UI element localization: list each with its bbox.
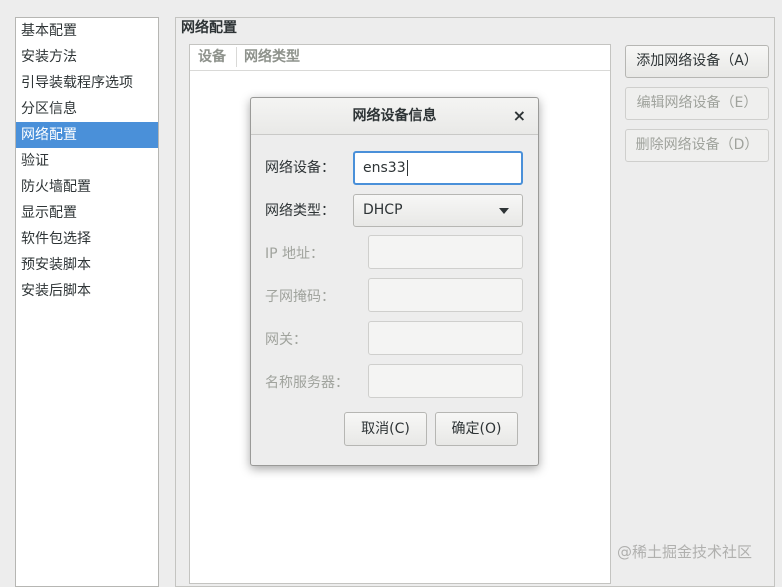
gateway-input[interactable] xyxy=(368,321,523,355)
sidebar-item-basic-config[interactable]: 基本配置 xyxy=(16,18,158,44)
sidebar-item-partition-info[interactable]: 分区信息 xyxy=(16,96,158,122)
sidebar-item-pre-install-script[interactable]: 预安装脚本 xyxy=(16,252,158,278)
network-type-label: 网络类型： xyxy=(265,203,335,219)
sidebar-item-authentication[interactable]: 验证 xyxy=(16,148,158,174)
dialog-title: 网络设备信息 xyxy=(352,108,437,124)
chevron-down-icon xyxy=(499,208,509,214)
network-type-value: DHCP xyxy=(363,202,403,218)
edit-network-device-button[interactable]: 编辑网络设备（E） xyxy=(625,87,769,120)
netmask-label: 子网掩码： xyxy=(265,289,335,305)
category-list: 基本配置 安装方法 引导装载程序选项 分区信息 网络配置 验证 防火墙配置 显示… xyxy=(15,17,159,587)
close-icon[interactable]: × xyxy=(513,98,526,134)
column-header-network-type[interactable]: 网络类型 xyxy=(244,45,300,69)
device-input-value: ens33 xyxy=(363,160,408,176)
column-header-device[interactable]: 设备 xyxy=(198,45,226,69)
ip-address-label: IP 地址： xyxy=(265,246,325,262)
watermark: @稀土掘金技术社区 xyxy=(617,543,753,561)
column-divider xyxy=(236,47,237,67)
add-network-device-button[interactable]: 添加网络设备（A） xyxy=(625,45,769,78)
table-header: 设备 网络类型 xyxy=(190,45,610,71)
ok-button[interactable]: 确定(O) xyxy=(435,412,518,446)
sidebar-item-network-config[interactable]: 网络配置 xyxy=(16,122,158,148)
sidebar-item-firewall-config[interactable]: 防火墙配置 xyxy=(16,174,158,200)
cancel-button[interactable]: 取消(C) xyxy=(344,412,427,446)
name-server-input[interactable] xyxy=(368,364,523,398)
sidebar-item-bootloader-options[interactable]: 引导装载程序选项 xyxy=(16,70,158,96)
device-label: 网络设备： xyxy=(265,160,335,176)
sidebar-item-post-install-script[interactable]: 安装后脚本 xyxy=(16,278,158,304)
dialog-header: 网络设备信息 × xyxy=(251,98,538,135)
sidebar-item-package-selection[interactable]: 软件包选择 xyxy=(16,226,158,252)
ip-address-input[interactable] xyxy=(368,235,523,269)
device-input[interactable]: ens33 xyxy=(353,151,523,185)
network-type-dropdown[interactable]: DHCP xyxy=(353,194,523,227)
text-caret xyxy=(406,160,408,176)
delete-network-device-button[interactable]: 删除网络设备（D） xyxy=(625,129,769,162)
gateway-label: 网关： xyxy=(265,332,307,348)
network-device-dialog: 网络设备信息 × 网络设备： ens33 网络类型： DHCP IP 地址： 子… xyxy=(250,97,539,466)
section-title: 网络配置 xyxy=(179,18,239,38)
name-server-label: 名称服务器： xyxy=(265,375,349,391)
netmask-input[interactable] xyxy=(368,278,523,312)
sidebar-item-display-config[interactable]: 显示配置 xyxy=(16,200,158,226)
sidebar-item-install-method[interactable]: 安装方法 xyxy=(16,44,158,70)
